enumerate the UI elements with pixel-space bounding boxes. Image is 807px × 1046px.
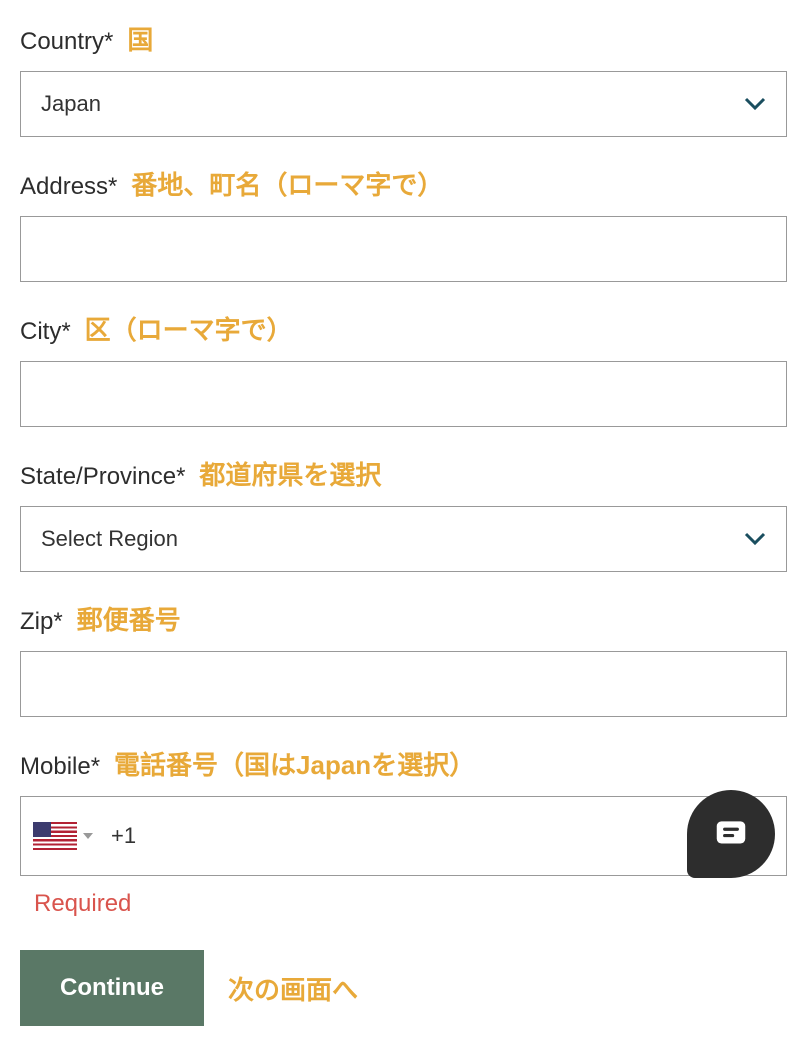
city-label: City*: [20, 318, 71, 346]
mobile-country-selector[interactable]: [33, 822, 93, 850]
state-label-row: State/Province* 都道府県を選択: [20, 455, 787, 492]
zip-field-group: Zip* 郵便番号: [20, 600, 787, 717]
state-label: State/Province*: [20, 463, 185, 491]
city-input[interactable]: [20, 361, 787, 427]
city-field-group: City* 区（ローマ字で）: [20, 310, 787, 427]
zip-input[interactable]: [20, 651, 787, 717]
address-label-row: Address* 番地、町名（ローマ字で）: [20, 165, 787, 202]
chevron-down-icon: [744, 97, 766, 111]
us-flag-icon: [33, 822, 77, 850]
address-label: Address*: [20, 173, 117, 201]
button-row: Continue 次の画面へ: [20, 950, 787, 1026]
state-hint: 都道府県を選択: [199, 455, 381, 492]
state-field-group: State/Province* 都道府県を選択 Select Region: [20, 455, 787, 572]
chevron-down-icon: [744, 532, 766, 546]
chevron-down-icon: [83, 833, 93, 839]
zip-label-row: Zip* 郵便番号: [20, 600, 787, 637]
country-hint: 国: [127, 20, 153, 57]
country-value: Japan: [41, 91, 101, 117]
mobile-input-wrapper[interactable]: +1: [20, 796, 787, 876]
mobile-label: Mobile*: [20, 753, 100, 781]
country-label-row: Country* 国: [20, 20, 787, 57]
chat-icon: [712, 815, 750, 853]
address-hint: 番地、町名（ローマ字で）: [131, 165, 443, 202]
state-select[interactable]: Select Region: [20, 506, 787, 572]
continue-hint: 次の画面へ: [228, 970, 358, 1007]
mobile-error: Required: [34, 890, 787, 918]
chat-button[interactable]: [687, 790, 775, 878]
mobile-field-group: Mobile* 電話番号（国はJapanを選択） +1 Required: [20, 745, 787, 918]
country-field-group: Country* 国 Japan: [20, 20, 787, 137]
continue-button[interactable]: Continue: [20, 950, 204, 1026]
city-label-row: City* 区（ローマ字で）: [20, 310, 787, 347]
zip-label: Zip*: [20, 608, 63, 636]
address-input[interactable]: [20, 216, 787, 282]
mobile-hint: 電話番号（国はJapanを選択）: [114, 745, 475, 782]
city-hint: 区（ローマ字で）: [85, 310, 293, 347]
country-label: Country*: [20, 28, 113, 56]
state-value: Select Region: [41, 526, 178, 552]
dial-code: +1: [111, 823, 136, 849]
address-field-group: Address* 番地、町名（ローマ字で）: [20, 165, 787, 282]
mobile-label-row: Mobile* 電話番号（国はJapanを選択）: [20, 745, 787, 782]
country-select[interactable]: Japan: [20, 71, 787, 137]
zip-hint: 郵便番号: [77, 600, 181, 637]
